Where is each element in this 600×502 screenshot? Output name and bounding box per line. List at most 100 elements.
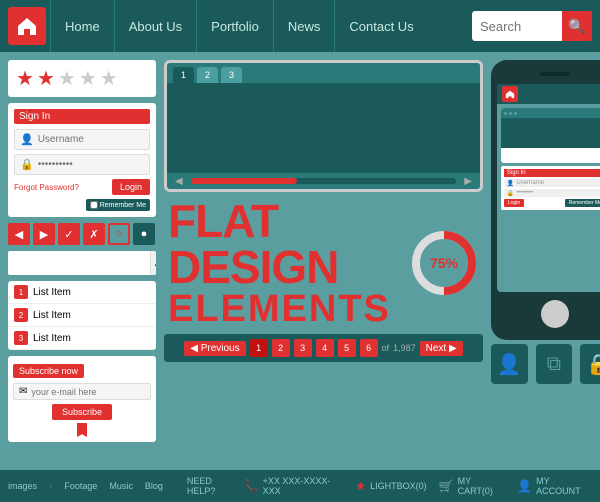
browser-body [167,83,480,173]
phone-password-placeholder: •••••••• [516,190,533,196]
lock-icon-button[interactable]: 🔒 [580,344,600,384]
search-input[interactable] [472,19,562,34]
footer-phone: +XX XXX-XXXX-XXX [263,476,344,496]
page-num-5[interactable]: 5 [338,339,356,357]
left-panel: ★ ★ ★ ★ ★ Sign In 👤 🔒 Forgot Password? L… [8,60,156,462]
star-4: ★ [79,66,97,91]
phone-login-title: Sign In [504,169,600,177]
phone-dot-2 [509,112,512,115]
list-item[interactable]: 2 List Item [8,304,156,327]
subscribe-button[interactable]: Subscribe [52,404,112,420]
star-1: ★ [16,66,34,91]
person-icon: 👤 [497,352,522,377]
username-input[interactable] [38,134,144,145]
page-total: 1,987 [393,343,416,353]
phone-remember-label[interactable]: Remember Me [565,199,600,207]
email-field[interactable]: ✉ [13,383,151,400]
footer-cart[interactable]: 🛒 MY CART(0) [439,476,506,496]
browser-window: 1 2 3 ◀ ▶ [164,60,483,192]
stars-widget: ★ ★ ★ ★ ★ [8,60,156,97]
elements-label: ELEMENTS [168,290,391,328]
phone-login-button[interactable]: Login [504,199,524,207]
page-num-4[interactable]: 4 [316,339,334,357]
footer-lightbox[interactable]: ★ LIGHTBOX(0) [355,479,426,493]
list-item[interactable]: 3 List Item [8,327,156,350]
nav-item-news[interactable]: News [273,0,335,52]
filter-search-input[interactable] [8,258,150,269]
browser-forward-arrow[interactable]: ▶ [464,176,472,187]
list-num-2: 2 [14,308,28,322]
search-button[interactable]: 🔍 [562,11,592,41]
nav-logo[interactable] [8,7,46,45]
login-form: Sign In 👤 🔒 Forgot Password? Login Remem… [8,103,156,217]
page-num-2[interactable]: 2 [272,339,290,357]
login-actions-row: Forgot Password? Login [14,179,150,195]
phone-footer-icon: 📞 [244,479,259,493]
mail-icon: ✉ [19,386,27,397]
flat-label: FLAT [168,198,278,244]
footer-bar: images › Footage Music Blog NEED HELP? 📞… [0,470,600,502]
nav-circle-btn[interactable]: ○ [108,223,130,245]
phone-btn-row: Login Remember Me [504,199,600,207]
remember-checkbox-input[interactable] [90,201,98,209]
footer-help-label: NEED HELP? [187,476,240,496]
phone-mockup: Sign In 👤 Username 🔒 •••••••• Login Reme… [491,60,600,340]
nav-filled-circle-btn[interactable]: ● [133,223,155,245]
nav-next-btn[interactable]: ▶ [33,223,55,245]
phone-browser-bar [501,108,600,118]
forgot-password-link[interactable]: Forgot Password? [14,183,79,192]
nav-prev-btn[interactable]: ◀ [8,223,30,245]
nav-item-about[interactable]: About Us [114,0,196,52]
password-field[interactable]: 🔒 [14,154,150,175]
windows-icon: ⧉ [547,353,561,376]
phone-username-field[interactable]: 👤 Username [504,179,600,187]
icon-row: 👤 ⧉ 🔒 [491,344,600,384]
phone-navbar [497,84,600,104]
nav-item-contact[interactable]: Contact Us [334,0,427,52]
footer-link-images[interactable]: images [8,481,37,491]
browser-tab-2[interactable]: 2 [197,67,218,83]
nav-check-btn[interactable]: ✓ [58,223,80,245]
list-item[interactable]: 1 List Item [8,281,156,304]
star-5: ★ [100,66,118,91]
remember-label: Remember Me [100,202,146,209]
phone-home-icon [502,86,518,102]
design-label: DESIGN [168,244,338,290]
remember-me-checkbox[interactable]: Remember Me [86,199,150,211]
nav-search: 🔍 [472,11,592,41]
browser-back-arrow[interactable]: ◀ [175,176,183,187]
star-footer-icon: ★ [355,479,366,493]
person-icon-button[interactable]: 👤 [491,344,528,384]
search-dropdown[interactable]: All [150,251,156,275]
account-footer-icon: 👤 [517,479,532,493]
username-field[interactable]: 👤 [14,129,150,150]
right-panel: Sign In 👤 Username 🔒 •••••••• Login Reme… [491,60,600,462]
password-input[interactable] [38,159,144,170]
subscribe-ribbon [77,423,87,437]
login-button[interactable]: Login [112,179,150,195]
page-num-6[interactable]: 6 [360,339,378,357]
next-page-button[interactable]: Next ▶ [420,341,463,356]
email-input[interactable] [31,387,145,397]
windows-icon-button[interactable]: ⧉ [536,344,573,384]
page-num-1[interactable]: 1 [250,339,268,357]
phone-browser [501,108,600,163]
star-3: ★ [58,66,76,91]
login-title: Sign In [14,109,150,124]
svg-text:75%: 75% [430,255,459,271]
browser-tab-1[interactable]: 1 [173,67,194,83]
footer-link-footage[interactable]: Footage [64,481,97,491]
nav-item-portfolio[interactable]: Portfolio [196,0,273,52]
page-num-3[interactable]: 3 [294,339,312,357]
footer-link-music[interactable]: Music [109,481,133,491]
footer-lightbox-label: LIGHTBOX(0) [370,481,427,491]
prev-page-button[interactable]: ◀ Previous [184,341,245,356]
browser-tab-3[interactable]: 3 [221,67,242,83]
phone-home-button[interactable] [541,300,569,328]
nav-item-home[interactable]: Home [50,0,114,52]
nav-close-btn[interactable]: ✗ [83,223,105,245]
footer-link-blog[interactable]: Blog [145,481,163,491]
phone-password-field[interactable]: 🔒 •••••••• [504,189,600,197]
footer-account[interactable]: 👤 MY ACCOUNT [517,476,592,496]
list-num-1: 1 [14,285,28,299]
